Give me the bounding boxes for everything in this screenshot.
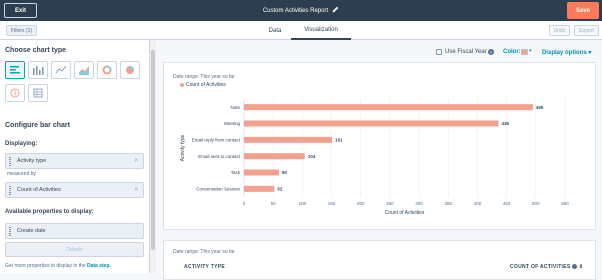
export-button[interactable]: Export — [574, 25, 599, 36]
available-property[interactable]: Create date — [5, 223, 144, 239]
footnote: Get more properties to display in the Da… — [5, 263, 111, 269]
category-label: Note — [230, 105, 240, 110]
data-label: 52 — [277, 186, 283, 191]
x-tick-label: 50 — [271, 201, 277, 206]
filters-button[interactable]: Filters (1) — [6, 25, 37, 36]
data-label: 436 — [501, 121, 509, 126]
x-tick-label: 400 — [474, 201, 482, 206]
data-label: 151 — [335, 137, 343, 142]
property-label: Activity type — [17, 158, 47, 164]
table-header-count[interactable]: COUNT OF ACTIVITIES ⇕ — [510, 264, 583, 270]
footnote-text: Get more properties to display in the — [5, 263, 86, 269]
x-tick-label: 0 — [243, 201, 246, 206]
fiscal-year-checkbox[interactable] — [436, 49, 442, 55]
line-icon[interactable] — [51, 61, 71, 79]
table-header-count-label: COUNT OF ACTIVITIES — [510, 264, 571, 270]
drag-handle-icon[interactable] — [9, 156, 11, 166]
data-step-link[interactable]: Data step. — [87, 263, 111, 269]
report-title-wrap: Custom Activities Report — [0, 0, 602, 21]
measured-by-label: measured by — [7, 171, 36, 177]
bar-horizontal-icon[interactable] — [5, 61, 25, 79]
available-label: Available properties to display: — [5, 209, 94, 215]
table-icon[interactable] — [28, 84, 48, 102]
x-tick-label: 250 — [386, 201, 394, 206]
table-header-activity-type[interactable]: ACTIVITY TYPE — [184, 264, 225, 270]
chevron-down-icon[interactable]: ▾ — [529, 48, 532, 54]
data-label: 60 — [282, 170, 288, 175]
badge-icon[interactable] — [5, 84, 25, 102]
drag-handle-icon[interactable] — [9, 226, 11, 236]
tab-data[interactable]: Data — [263, 21, 287, 40]
category-label: Meeting — [224, 121, 241, 126]
bar-chart: 0 50 100 150 200 250 300 350 400 450 500 550 Note 495… — [180, 99, 569, 216]
category-label: Conversation Session — [196, 186, 240, 191]
y-axis-label: Activity type — [180, 134, 186, 161]
category-label: Email sent to contact — [198, 154, 241, 159]
bar — [244, 120, 499, 127]
x-tick-label: 100 — [299, 201, 307, 206]
bar-vertical-icon[interactable] — [28, 61, 48, 79]
top-bar: Exit Custom Activities Report Save — [0, 0, 602, 21]
area-icon[interactable] — [74, 61, 94, 79]
category-label: Email reply from contact — [192, 137, 241, 142]
display-options-button[interactable]: Display options ▾ — [542, 49, 591, 56]
scrollbar-thumb[interactable] — [151, 50, 155, 250]
x-tick-label: 550 — [561, 201, 569, 206]
sort-icon[interactable]: ⇕ — [579, 264, 584, 270]
displaying-property[interactable]: Activity type × — [5, 153, 144, 169]
color-dropdown-label[interactable]: Color: — [503, 49, 521, 55]
x-axis-label: Count of Activities — [385, 210, 425, 216]
undo-button[interactable]: Undo — [549, 25, 570, 36]
info-icon[interactable] — [572, 264, 578, 270]
data-label: 104 — [308, 154, 316, 159]
close-icon[interactable]: × — [134, 187, 138, 193]
close-icon[interactable]: × — [134, 158, 138, 164]
x-tick-label: 300 — [415, 201, 423, 206]
bar — [244, 104, 533, 111]
pencil-icon[interactable] — [332, 6, 339, 15]
x-tick-label: 500 — [532, 201, 540, 206]
drag-handle-icon[interactable] — [9, 185, 11, 195]
property-label: Count of Activities — [17, 187, 61, 193]
table-card: Date range: This year so far ACTIVITY TY… — [163, 240, 596, 280]
bar — [244, 136, 333, 143]
table-date-range-label: Date range: This year so far — [173, 249, 235, 255]
measured-property[interactable]: Count of Activities × — [5, 182, 144, 198]
info-icon[interactable]: ? — [488, 49, 494, 55]
choose-chart-heading: Choose chart type — [5, 47, 67, 54]
bar — [244, 185, 275, 192]
data-label: 495 — [536, 105, 544, 110]
x-tick-label: 200 — [357, 201, 365, 206]
color-swatch[interactable] — [521, 49, 528, 55]
x-tick-label: 450 — [503, 201, 511, 206]
display-options-label: Display options — [542, 50, 587, 56]
donut-icon[interactable] — [97, 61, 117, 79]
sub-bar: Filters (1) Data Visualization Undo Expo… — [0, 21, 602, 40]
x-tick-label: 150 — [328, 201, 336, 206]
displaying-label: Displaying: — [5, 141, 38, 147]
x-tick-label: 350 — [445, 201, 453, 206]
report-title[interactable]: Custom Activities Report — [263, 8, 328, 14]
category-label: Task — [231, 170, 241, 175]
details-button[interactable]: Details — [5, 242, 144, 257]
fiscal-year-label: Use Fiscal Year — [445, 49, 487, 55]
property-label: Create date — [17, 228, 46, 234]
chart-card: Date range: This year so far Count of Ac… — [163, 62, 596, 230]
configure-heading: Configure bar chart — [5, 122, 70, 129]
pie-icon[interactable] — [120, 61, 140, 79]
tab-visualization[interactable]: Visualization — [291, 21, 351, 40]
save-button[interactable]: Save — [567, 2, 599, 19]
bar — [244, 153, 305, 160]
left-panel: Choose chart type Configure bar chart Di… — [0, 40, 150, 273]
bar — [244, 169, 280, 176]
